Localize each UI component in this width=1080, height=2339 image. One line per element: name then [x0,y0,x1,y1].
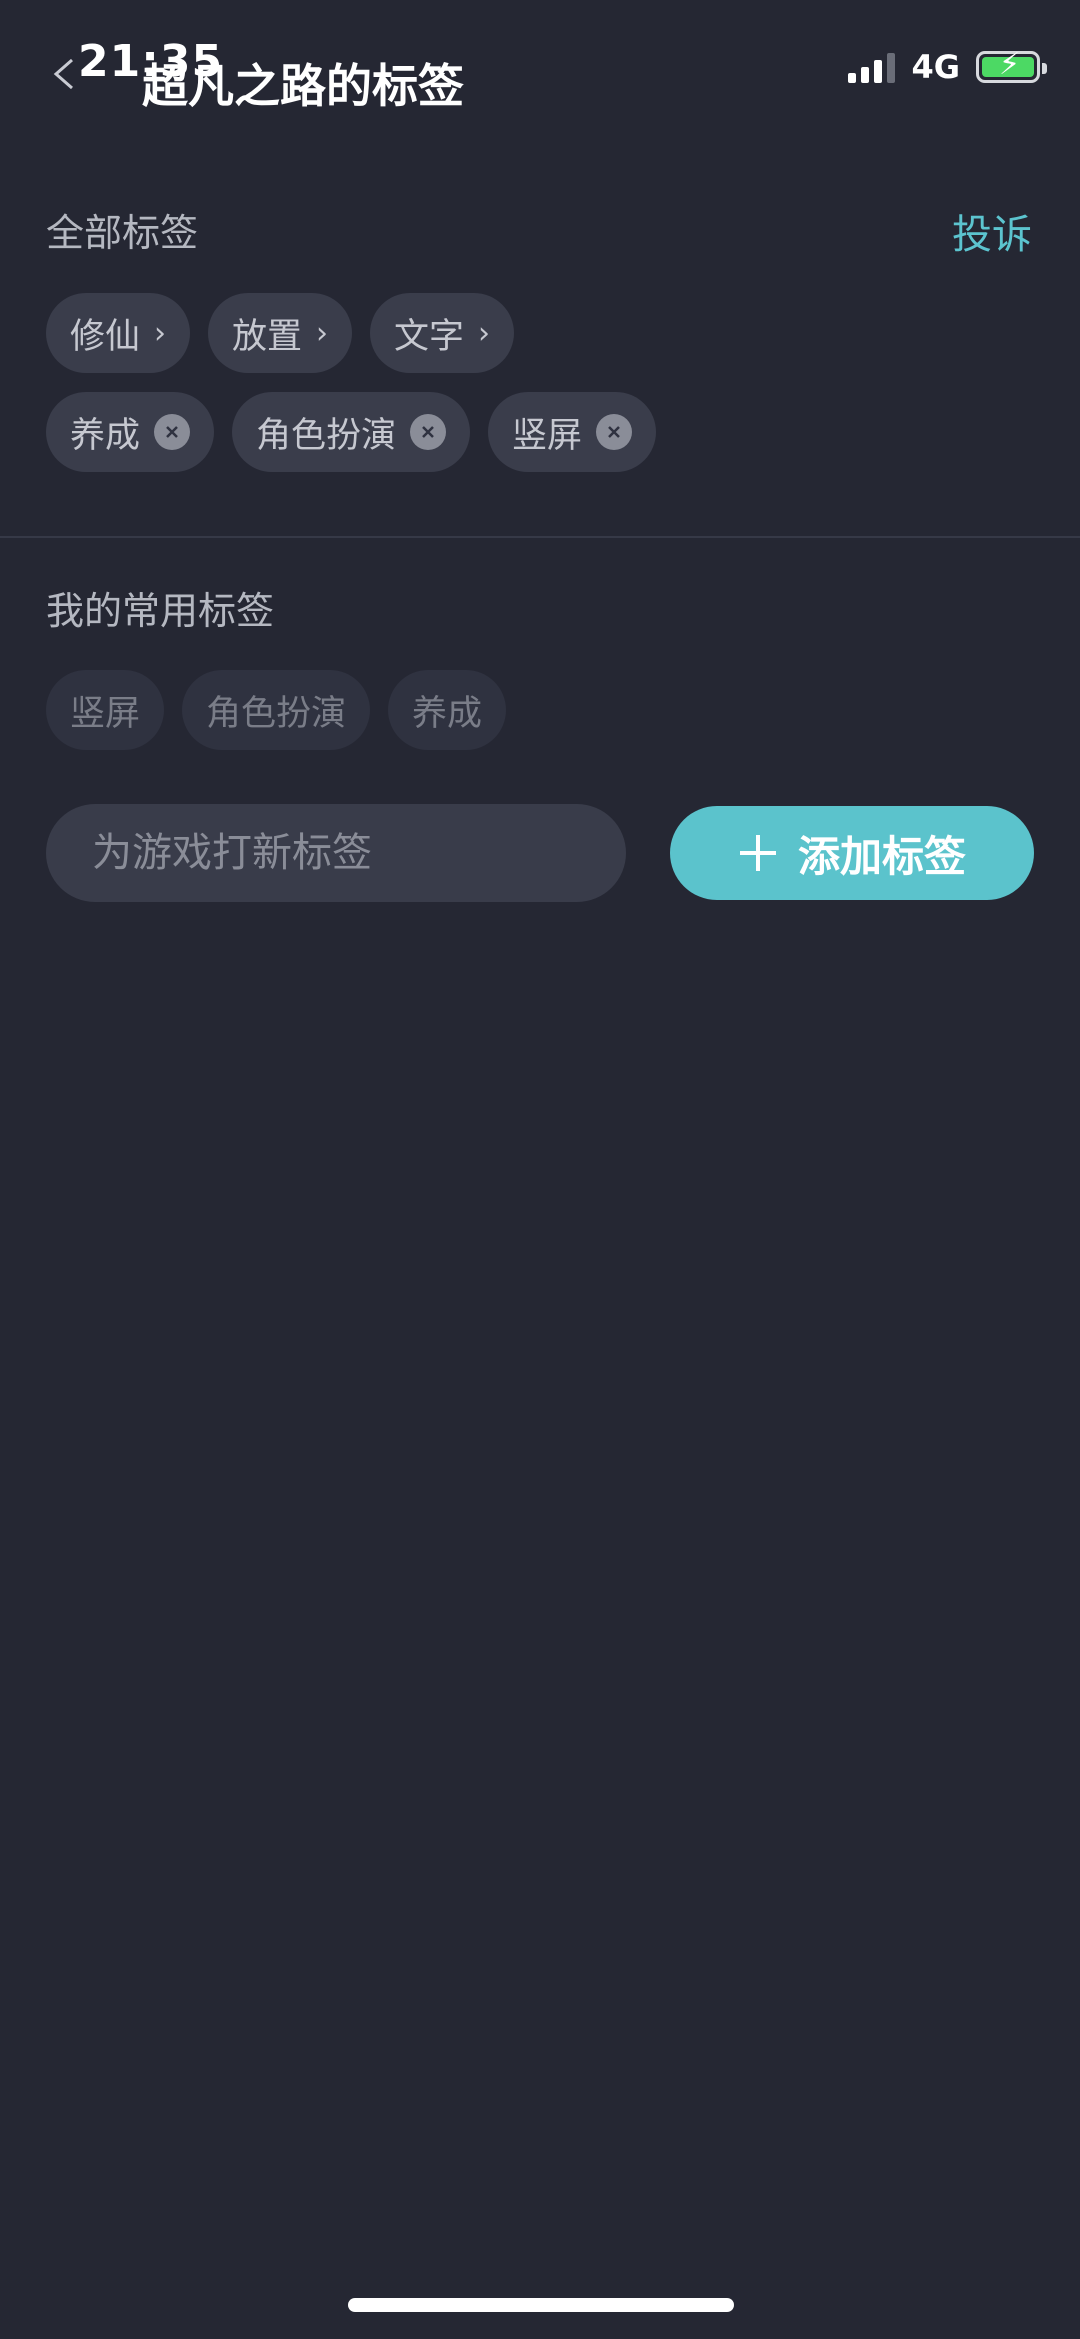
tag-juese-banyan[interactable]: 角色扮演 [232,392,471,472]
common-tags-row: 竖屏 角色扮演 养成 [46,670,507,750]
status-indicators: 4G ⚡ [848,48,1047,86]
home-indicator[interactable] [348,2298,734,2312]
common-tags-title: 我的常用标签 [46,589,275,633]
chevron-right-icon: › [478,315,491,351]
battery-charging-icon: ⚡ [976,50,1047,83]
common-tag[interactable]: 养成 [388,670,507,750]
tag-label: 放置 [232,316,303,357]
signal-icon [848,51,896,83]
remove-icon[interactable] [596,414,633,450]
tag-wenzi[interactable]: 文字 › [370,293,515,373]
tag-label: 修仙 [70,316,141,357]
common-tag[interactable]: 角色扮演 [182,670,371,750]
network-type: 4G [911,48,960,86]
remove-icon[interactable] [410,414,447,450]
all-tags-row-2: 养成 角色扮演 竖屏 [46,392,657,472]
tag-yangcheng[interactable]: 养成 [46,392,215,472]
all-tags-row-1: 修仙 › 放置 › 文字 › [46,293,515,373]
tag-label: 竖屏 [512,415,583,456]
back-arrow-icon[interactable] [50,58,82,90]
tag-shuping[interactable]: 竖屏 [488,392,657,472]
remove-icon[interactable] [154,414,191,450]
tag-label: 文字 [394,316,465,357]
add-tag-button[interactable]: 添加标签 [670,806,1034,900]
tag-xiuxian[interactable]: 修仙 › [46,293,191,373]
section-divider [0,536,1080,538]
tag-fangzhi[interactable]: 放置 › [208,293,353,373]
plus-icon [739,835,776,871]
tag-label: 养成 [70,415,141,456]
chevron-right-icon: › [154,315,167,351]
tag-label: 角色扮演 [256,415,397,456]
page-title: 超凡之路的标签 [142,59,464,113]
chevron-right-icon: › [316,315,329,351]
all-tags-title: 全部标签 [46,211,199,255]
common-tag[interactable]: 竖屏 [46,670,165,750]
add-tag-label: 添加标签 [797,831,966,881]
new-tag-input[interactable] [46,804,626,902]
complaint-link[interactable]: 投诉 [952,202,1032,260]
